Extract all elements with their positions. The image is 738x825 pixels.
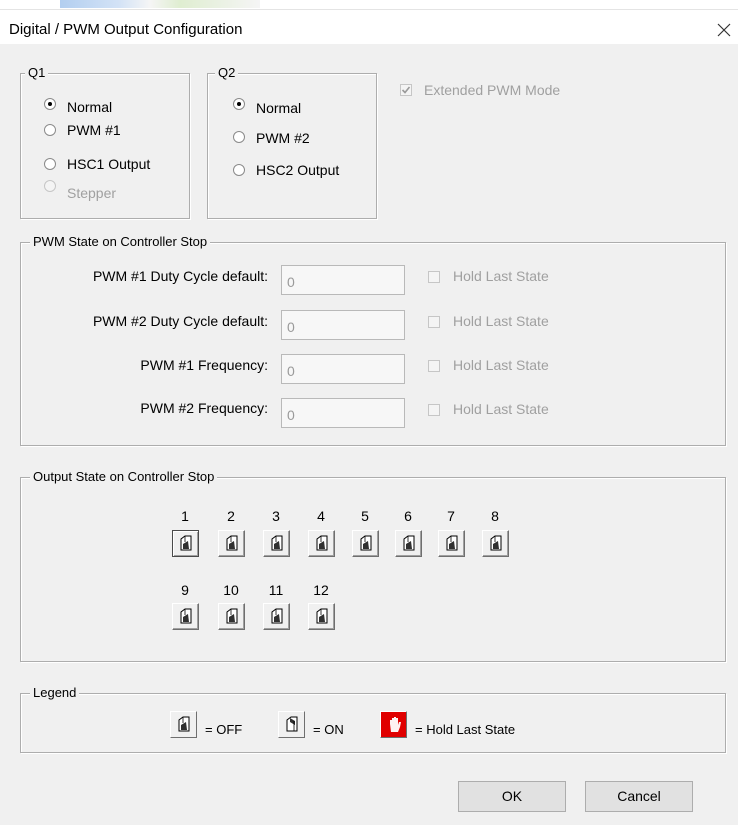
output-state-group-title: Output State on Controller Stop: [30, 469, 218, 484]
output-1-number: 1: [181, 508, 189, 524]
pwm2-freq-field[interactable]: 0: [281, 398, 405, 428]
legend-off-icon: [170, 711, 197, 738]
legend-group: [20, 693, 726, 753]
legend-hold-label: = Hold Last State: [415, 722, 516, 737]
switch-off-icon: [316, 608, 328, 624]
q1-normal-label[interactable]: Normal: [67, 99, 112, 115]
switch-on-icon: [286, 716, 298, 732]
ok-button[interactable]: OK: [458, 781, 566, 812]
window-title: Digital / PWM Output Configuration: [9, 21, 243, 38]
switch-off-icon: [178, 716, 190, 732]
pwm1-freq-hold-label: Hold Last State: [453, 357, 549, 373]
pwm2-freq-label: PWM #2 Frequency:: [140, 400, 268, 416]
output-9-number: 9: [181, 582, 189, 598]
output-2-toggle[interactable]: [218, 530, 245, 557]
q1-pwm1-label[interactable]: PWM #1: [67, 122, 121, 138]
q1-group-title: Q1: [25, 65, 49, 80]
output-3-toggle[interactable]: [263, 530, 290, 557]
pwm2-freq-hold-label: Hold Last State: [453, 401, 549, 417]
q1-pwm1-radio[interactable]: [44, 124, 56, 136]
pwm2-duty-hold-label: Hold Last State: [453, 313, 549, 329]
pwm1-duty-label: PWM #1 Duty Cycle default:: [92, 268, 268, 284]
output-5-number: 5: [361, 508, 369, 524]
q2-group: [207, 73, 377, 219]
extended-pwm-checkbox: [400, 84, 412, 96]
output-12-toggle[interactable]: [308, 603, 335, 630]
output-1-toggle[interactable]: [172, 530, 199, 557]
cancel-button[interactable]: Cancel: [585, 781, 693, 812]
output-10-number: 10: [223, 582, 239, 598]
pwm2-duty-label: PWM #2 Duty Cycle default:: [92, 313, 268, 329]
q2-pwm2-radio[interactable]: [233, 131, 245, 143]
q1-normal-radio[interactable]: [44, 98, 56, 110]
switch-off-icon: [180, 608, 192, 624]
switch-off-icon: [360, 535, 372, 551]
legend-hold-icon: [380, 711, 407, 738]
legend-off-label: = OFF: [205, 722, 243, 737]
output-7-toggle[interactable]: [438, 530, 465, 557]
pwm1-freq-hold-checkbox: [428, 360, 440, 372]
output-6-number: 6: [404, 508, 412, 524]
q2-hsc2-radio[interactable]: [233, 164, 245, 176]
q2-pwm2-label[interactable]: PWM #2: [256, 130, 310, 146]
pwm2-duty-field[interactable]: 0: [281, 310, 405, 340]
pwm-state-group-title: PWM State on Controller Stop: [30, 234, 211, 249]
extended-pwm-label: Extended PWM Mode: [424, 82, 561, 98]
output-4-toggle[interactable]: [308, 530, 335, 557]
output-4-number: 4: [317, 508, 325, 524]
output-8-toggle[interactable]: [482, 530, 509, 557]
output-3-number: 3: [272, 508, 280, 524]
pwm1-duty-hold-checkbox: [428, 271, 440, 283]
switch-off-icon: [271, 608, 283, 624]
q1-stepper-label: Stepper: [67, 185, 117, 201]
output-9-toggle[interactable]: [172, 603, 199, 630]
close-icon[interactable]: [710, 16, 736, 42]
legend-group-title: Legend: [30, 685, 80, 700]
q2-normal-radio[interactable]: [233, 98, 245, 110]
output-5-toggle[interactable]: [352, 530, 379, 557]
switch-off-icon: [271, 535, 283, 551]
output-8-number: 8: [491, 508, 499, 524]
legend-on-icon: [278, 711, 305, 738]
pwm1-freq-field[interactable]: 0: [281, 354, 405, 384]
legend-on-label: = ON: [313, 722, 344, 737]
switch-off-icon: [226, 608, 238, 624]
pwm1-duty-field[interactable]: 0: [281, 265, 405, 295]
hand-stop-icon: [390, 717, 401, 732]
pwm1-freq-label: PWM #1 Frequency:: [140, 357, 268, 373]
switch-off-icon: [490, 535, 502, 551]
pwm2-duty-hold-checkbox: [428, 316, 440, 328]
switch-off-icon: [403, 535, 415, 551]
q1-hsc1-label[interactable]: HSC1 Output: [67, 156, 150, 172]
output-6-toggle[interactable]: [395, 530, 422, 557]
background-window-strip: [0, 0, 738, 10]
switch-off-icon: [446, 535, 458, 551]
q2-normal-label[interactable]: Normal: [256, 100, 301, 116]
q1-hsc1-radio[interactable]: [44, 158, 56, 170]
q2-hsc2-label[interactable]: HSC2 Output: [256, 162, 339, 178]
output-2-number: 2: [227, 508, 235, 524]
output-11-toggle[interactable]: [263, 603, 290, 630]
output-11-number: 11: [268, 582, 284, 598]
output-10-toggle[interactable]: [218, 603, 245, 630]
q1-stepper-radio: [44, 180, 56, 192]
pwm1-duty-hold-label: Hold Last State: [453, 268, 549, 284]
switch-off-icon: [226, 535, 238, 551]
output-7-number: 7: [447, 508, 455, 524]
q2-group-title: Q2: [215, 65, 239, 80]
output-12-number: 12: [313, 582, 329, 598]
pwm2-freq-hold-checkbox: [428, 404, 440, 416]
switch-off-icon: [180, 535, 192, 551]
switch-off-icon: [316, 535, 328, 551]
output-state-group: [20, 477, 726, 662]
